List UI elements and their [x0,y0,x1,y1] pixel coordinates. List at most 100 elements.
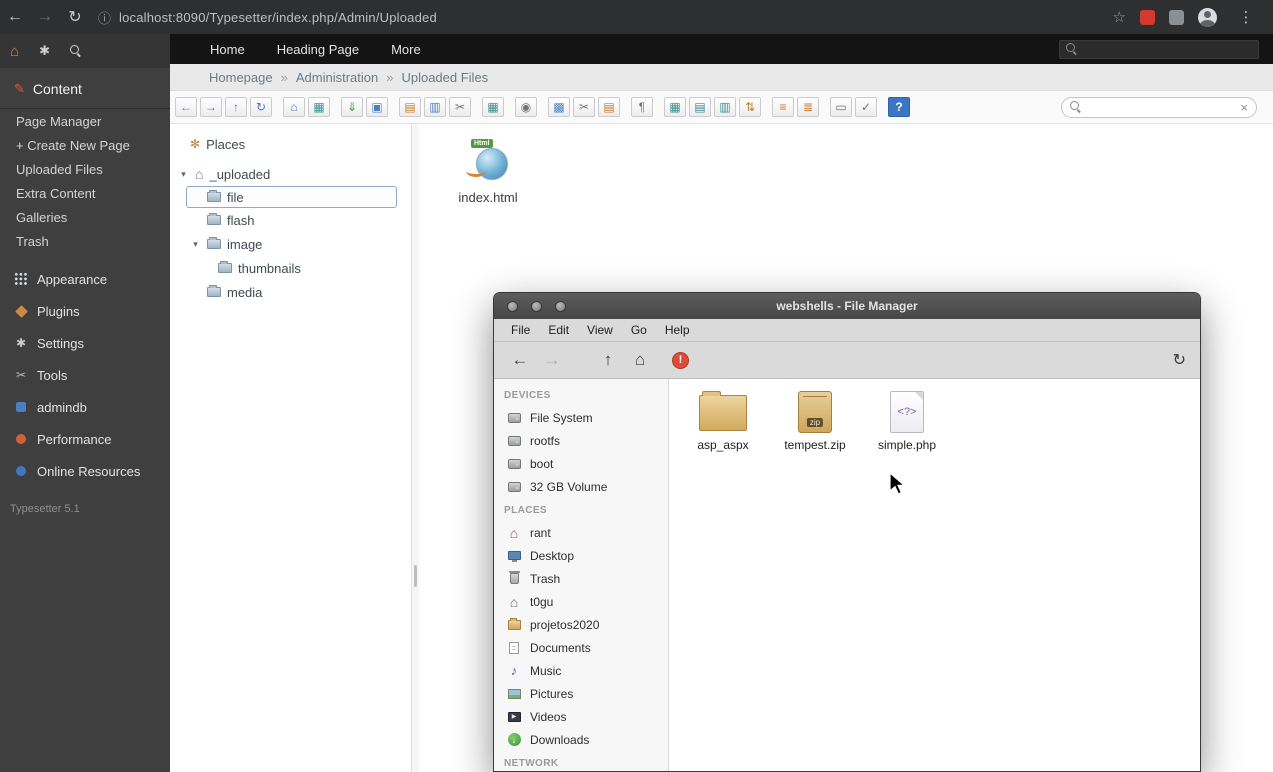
toolbar-search-input[interactable] [1088,100,1234,114]
toolbar-forward-button[interactable]: → [200,97,222,117]
toolbar-text-button[interactable]: ¶ [631,97,653,117]
url-text[interactable]: localhost:8090/Typesetter/index.php/Admi… [119,10,437,25]
fm-sidebar-item-documents[interactable]: Documents [494,636,668,659]
toolbar-save-button[interactable]: ▣ [366,97,388,117]
toolbar-refresh-button[interactable]: ↻ [250,97,272,117]
fm-sidebar-item-projetos2020[interactable]: projetos2020 [494,613,668,636]
tree-item-places[interactable]: ✻ Places [170,132,411,156]
address-bar[interactable]: ⓘ localhost:8090/Typesetter/index.php/Ad… [98,8,437,27]
fm-sidebar-item-music[interactable]: ♪ Music [494,659,668,682]
toolbar-grid-button[interactable]: ▦ [664,97,686,117]
toolbar-save-as-button[interactable]: ▥ [424,97,446,117]
fm-menu-edit[interactable]: Edit [539,323,578,337]
sidebar-item-uploaded-files[interactable]: Uploaded Files [0,157,170,181]
toolbar-up-button[interactable]: ↑ [225,97,247,117]
extension-badge-icon[interactable] [1140,10,1155,25]
tree-item-thumbnails[interactable]: thumbnails [170,256,411,280]
tree-item-uploaded[interactable]: ▾ ⌂ _uploaded [170,162,411,186]
sidebar-content-header[interactable]: ✎ Content [0,68,170,108]
search-icon[interactable] [70,45,82,57]
toolbar-paste-button[interactable]: ▤ [399,97,421,117]
nav-item-heading-page[interactable]: Heading Page [261,42,375,57]
browser-back-button[interactable]: ← [0,8,30,26]
toolbar-align-right-button[interactable]: ≣ [797,97,819,117]
fm-menu-view[interactable]: View [578,323,622,337]
file-item-index-html[interactable]: Html index.html [445,136,531,205]
breadcrumb-administration[interactable]: Administration [296,70,378,85]
sidebar-item-trash[interactable]: Trash [0,229,170,253]
fm-refresh-button[interactable]: ↻ [1173,350,1186,370]
fm-file-asp-aspx[interactable]: asp_aspx [677,389,769,452]
nav-search-input[interactable] [1083,42,1252,56]
sidebar-item-extra-content[interactable]: Extra Content [0,181,170,205]
fm-menu-help[interactable]: Help [656,323,699,337]
nav-item-more[interactable]: More [375,42,437,57]
panel-resize-handle[interactable] [411,124,419,772]
fm-back-button[interactable]: ← [504,350,536,370]
fm-sidebar-item-file-system[interactable]: File System [494,406,668,429]
toolbar-search[interactable]: × [1061,97,1257,118]
fm-sidebar-item-t0gu[interactable]: ⌂ t0gu [494,590,668,613]
sidebar-item-online-resources[interactable]: Online Resources [0,455,170,487]
fm-forward-button[interactable]: → [536,350,568,370]
gear-icon[interactable]: ✱ [39,43,50,59]
sidebar-item-create-new-page[interactable]: + Create New Page [0,133,170,157]
toolbar-search-clear-icon[interactable]: × [1240,100,1248,115]
toolbar-spellcheck-button[interactable]: ✓ [855,97,877,117]
sidebar-item-appearance[interactable]: Appearance [0,263,170,295]
toolbar-cut-button[interactable]: ✂ [449,97,471,117]
sidebar-item-performance[interactable]: Performance [0,423,170,455]
fm-sidebar-item-boot[interactable]: boot [494,452,668,475]
sidebar-item-admindb[interactable]: admindb [0,391,170,423]
tree-item-flash[interactable]: flash [170,208,411,232]
fm-sidebar-item-rootfs[interactable]: rootfs [494,429,668,452]
window-control-button[interactable] [531,301,542,312]
toolbar-copy-button[interactable]: ▩ [548,97,570,117]
toolbar-grid3-button[interactable]: ▥ [714,97,736,117]
sidebar-item-galleries[interactable]: Galleries [0,205,170,229]
toolbar-field-button[interactable]: ▭ [830,97,852,117]
browser-forward-button[interactable]: → [30,8,60,26]
site-info-icon[interactable]: ⓘ [98,8,111,27]
tree-item-image[interactable]: ▾ image [170,232,411,256]
browser-menu-icon[interactable]: ⋮ [1231,8,1261,26]
toolbar-grid2-button[interactable]: ▤ [689,97,711,117]
breadcrumb-homepage[interactable]: Homepage [209,70,273,85]
browser-reload-button[interactable]: ↻ [60,7,90,27]
fm-sidebar-item-downloads[interactable]: ↓ Downloads [494,728,668,751]
fm-titlebar[interactable]: webshells - File Manager [494,293,1200,319]
profile-avatar[interactable] [1198,8,1217,27]
fm-file-simple-php[interactable]: <?> simple.php [861,389,953,452]
window-control-button[interactable] [555,301,566,312]
fm-sidebar-item-videos[interactable]: ▶ Videos [494,705,668,728]
fm-warning-icon[interactable]: ! [672,352,689,369]
expander-icon[interactable]: ▾ [178,169,189,180]
fm-up-button[interactable]: ↑ [592,350,624,370]
window-control-button[interactable] [507,301,518,312]
toolbar-align-left-button[interactable]: ≡ [772,97,794,117]
bookmark-star-icon[interactable]: ☆ [1113,8,1126,26]
fm-sidebar-item-32gb-volume[interactable]: 32 GB Volume [494,475,668,498]
tree-item-file[interactable]: file [186,186,397,208]
toolbar-back-button[interactable]: ← [175,97,197,117]
toolbar-paste2-button[interactable]: ▤ [598,97,620,117]
fm-menu-file[interactable]: File [502,323,539,337]
nav-item-home[interactable]: Home [194,42,261,57]
sidebar-item-settings[interactable]: ✱ Settings [0,327,170,359]
toolbar-download-button[interactable]: ⇓ [341,97,363,117]
sidebar-item-tools[interactable]: ✂ Tools [0,359,170,391]
toolbar-cut2-button[interactable]: ✂ [573,97,595,117]
toolbar-help-button[interactable]: ? [888,97,910,117]
toolbar-display-button[interactable]: ▦ [308,97,330,117]
sidebar-item-page-manager[interactable]: Page Manager [0,109,170,133]
fm-sidebar-item-desktop[interactable]: Desktop [494,544,668,567]
sidebar-item-plugins[interactable]: Plugins [0,295,170,327]
tree-item-media[interactable]: media [170,280,411,304]
fm-home-button[interactable]: ⌂ [624,350,656,370]
extensions-icon[interactable] [1169,10,1184,25]
fm-menu-go[interactable]: Go [622,323,656,337]
nav-search[interactable] [1059,40,1259,59]
expander-icon[interactable]: ▾ [190,239,201,250]
fm-sidebar-item-trash[interactable]: Trash [494,567,668,590]
toolbar-preview-button[interactable]: ◉ [515,97,537,117]
